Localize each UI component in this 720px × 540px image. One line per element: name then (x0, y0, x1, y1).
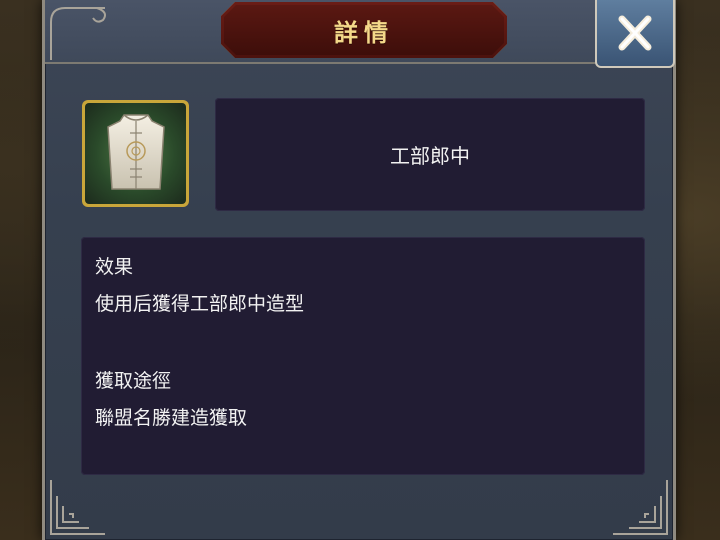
source-text: 聯盟名勝建造獲取 (95, 407, 248, 429)
item-description-box: 效果 使用后獲得工部郎中造型 獲取途徑 聯盟名勝建造獲取 (81, 237, 645, 475)
close-button[interactable] (595, 0, 675, 68)
effect-heading: 效果 (95, 256, 134, 278)
title-plate: 詳情 (221, 2, 507, 58)
corner-ornament-icon (50, 7, 106, 60)
white-robe-costume-icon (106, 113, 165, 190)
dialog-title: 詳情 (334, 18, 394, 47)
source-heading: 獲取途徑 (95, 370, 172, 392)
item-name-box: 工部郎中 (215, 98, 645, 211)
corner-ornament-icon (50, 480, 105, 535)
effect-text: 使用后獲得工部郎中造型 (95, 293, 305, 315)
item-icon-slot (82, 100, 189, 207)
corner-ornament-icon (613, 480, 668, 535)
item-name: 工部郎中 (390, 144, 470, 168)
close-x-icon (618, 15, 652, 51)
detail-dialog: 詳情 工部郎中 效果 使用后獲得工部郎中造型 獲取途徑 聯盟名勝建造獲取 (42, 0, 676, 540)
